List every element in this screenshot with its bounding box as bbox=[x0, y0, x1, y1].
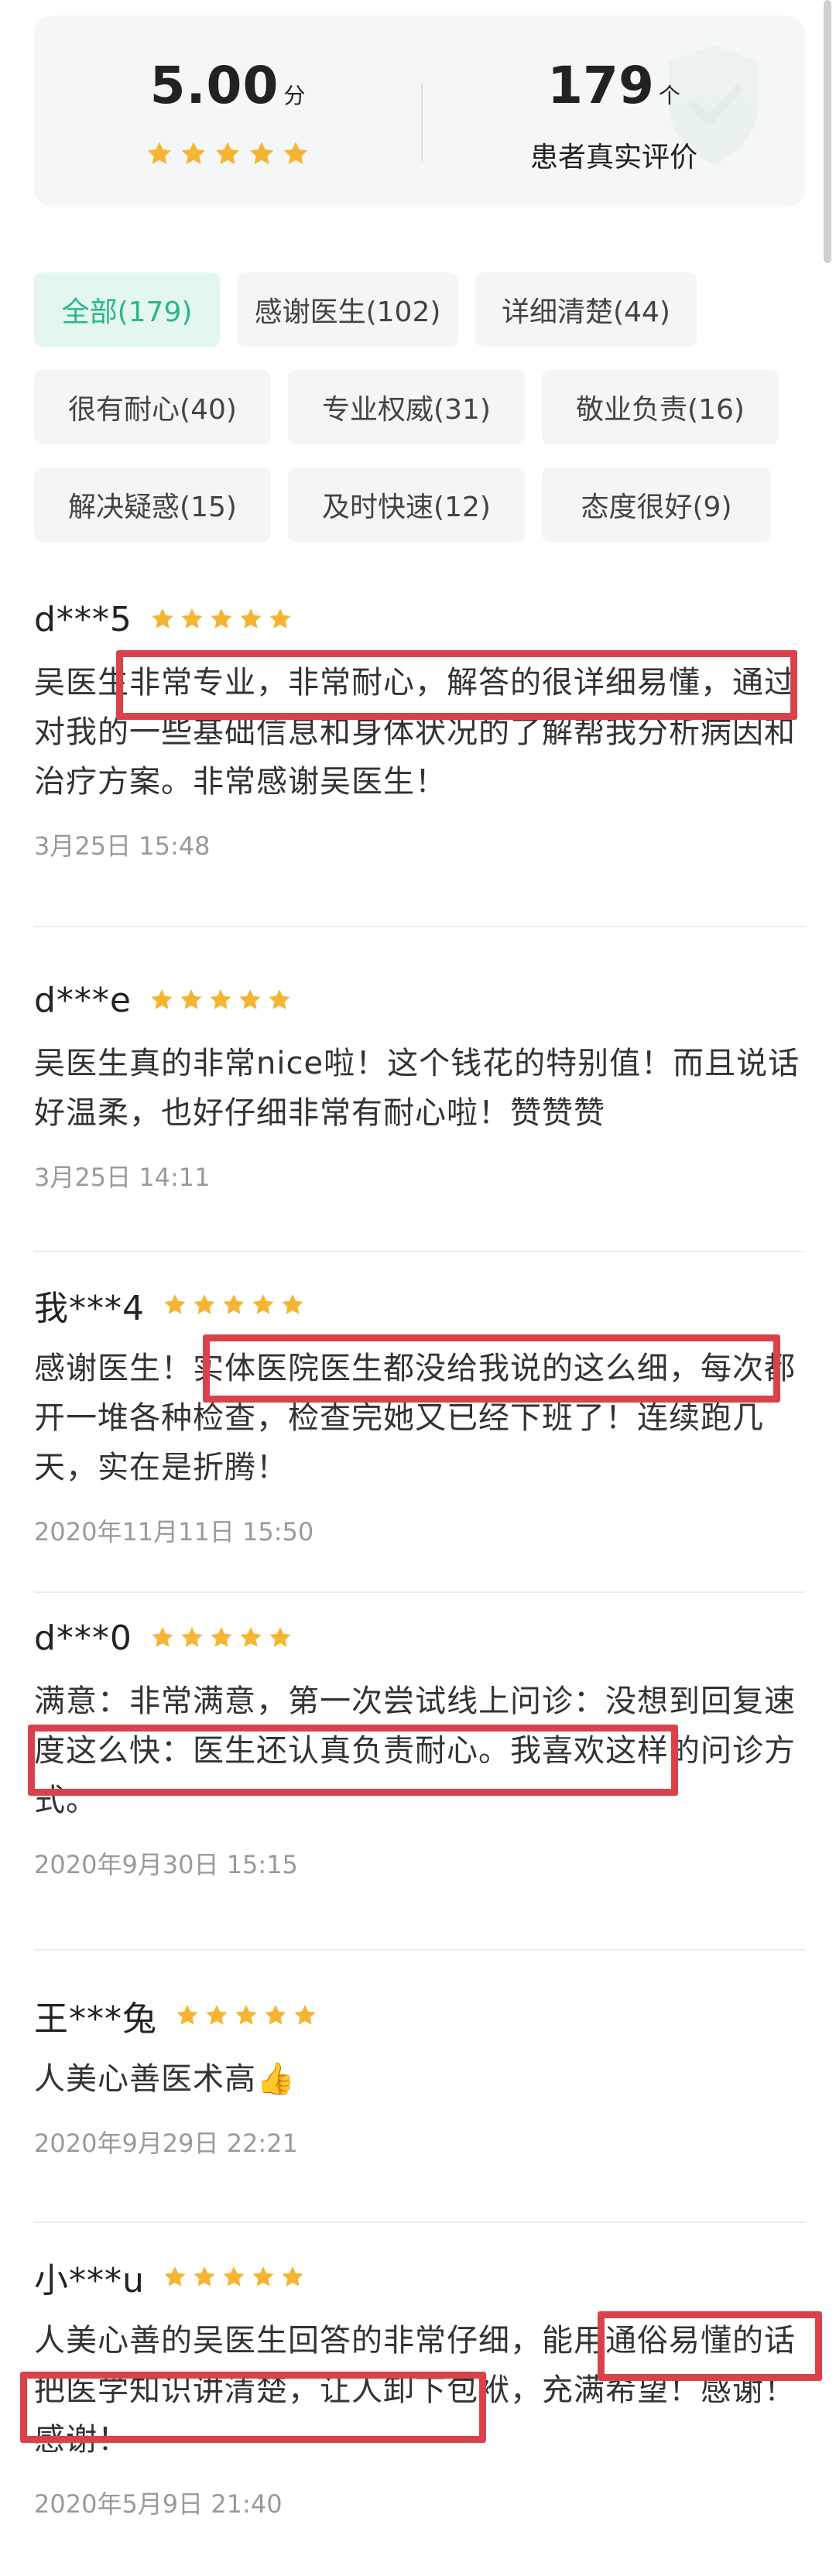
star-icon bbox=[221, 2264, 247, 2290]
review-item: d***e 吴医生真的非常nice啦！这个钱花的特别值！而且说话好温柔，也好仔细… bbox=[34, 977, 805, 1194]
tag-filter[interactable]: 详细清楚(44) bbox=[475, 272, 697, 347]
review-item: 小***u 人美心善的吴医生回答的非常仔细，能用通俗易懂的话把医学知识讲清楚，让… bbox=[34, 2254, 805, 2520]
review-text: 感谢医生！实体医院医生都没给我说的这么细，每次都开一堆各种检查，检查完她又已经下… bbox=[34, 1351, 796, 1485]
review-username: 小***u bbox=[34, 2261, 145, 2300]
summary-rating-stars bbox=[34, 139, 421, 169]
count-label: 患者真实评价 bbox=[529, 142, 697, 173]
tag-filter[interactable]: 感谢医生(102) bbox=[237, 272, 458, 347]
scrollbar[interactable] bbox=[824, 0, 831, 263]
star-icon bbox=[279, 2264, 306, 2290]
review-text: 满意：非常满意，第一次尝试线上问诊：没想到回复速度这么快：医生还认真负责耐心。我… bbox=[34, 1684, 796, 1818]
star-icon bbox=[145, 139, 174, 169]
star-icon bbox=[178, 987, 204, 1013]
star-icon bbox=[149, 987, 175, 1013]
review-item: 我***4 感谢医生！实体医院医生都没给我说的这么细，每次都开一堆各种检查，检查… bbox=[34, 1282, 805, 1548]
tag-filter[interactable]: 很有耐心(40) bbox=[34, 370, 271, 444]
star-icon bbox=[213, 139, 242, 169]
star-icon bbox=[292, 2002, 318, 2029]
star-icon bbox=[162, 2264, 188, 2290]
review-divider bbox=[34, 2221, 805, 2223]
star-icon bbox=[179, 139, 208, 169]
review-time: 3月25日 14:11 bbox=[34, 1163, 211, 1192]
review-time: 2020年11月11日 15:50 bbox=[34, 1517, 314, 1547]
review-text: 吴医生真的非常nice啦！这个钱花的特别值！而且说话好温柔，也好仔细非常有耐心啦… bbox=[34, 1046, 800, 1131]
star-icon bbox=[281, 139, 310, 169]
review-text: 人美心善医术高👍 bbox=[34, 2061, 296, 2097]
star-icon bbox=[250, 2264, 276, 2290]
review-rating-stars bbox=[162, 2264, 306, 2290]
overall-score: 5.00 bbox=[149, 56, 279, 115]
score-line: 5.00 分 bbox=[34, 56, 421, 115]
star-icon bbox=[238, 606, 264, 632]
review-header: d***5 bbox=[34, 596, 805, 642]
review-count: 179 bbox=[547, 56, 654, 115]
count-line: 179 个 bbox=[423, 56, 805, 115]
tag-filter[interactable]: 及时快速(12) bbox=[288, 468, 525, 542]
review-rating-stars bbox=[149, 987, 293, 1013]
star-icon bbox=[191, 1292, 218, 1318]
review-header: 王***兔 bbox=[34, 1992, 805, 2039]
star-icon bbox=[267, 1625, 293, 1651]
review-username: d***5 bbox=[34, 599, 132, 639]
review-text: 人美心善的吴医生回答的非常仔细，能用通俗易懂的话把医学知识讲清楚，让人卸下包袱，… bbox=[34, 2323, 796, 2458]
count-unit: 个 bbox=[658, 83, 680, 108]
star-icon bbox=[250, 1292, 276, 1318]
review-rating-stars bbox=[174, 2002, 318, 2029]
star-icon bbox=[149, 1625, 176, 1651]
star-icon bbox=[179, 606, 205, 632]
review-rating-stars bbox=[162, 1292, 306, 1318]
review-username: d***e bbox=[34, 980, 132, 1020]
star-icon bbox=[266, 987, 293, 1013]
star-icon bbox=[247, 139, 276, 169]
review-header: 小***u bbox=[34, 2254, 805, 2300]
review-username: d***0 bbox=[34, 1618, 132, 1658]
review-divider bbox=[34, 1591, 805, 1593]
star-icon bbox=[262, 2002, 289, 2029]
star-icon bbox=[208, 1625, 235, 1651]
review-item: d***5 吴医生非常专业，非常耐心，解答的很详细易懂，通过对我的一些基础信息和… bbox=[34, 596, 805, 862]
review-username: 我***4 bbox=[34, 1289, 145, 1328]
star-icon bbox=[279, 1292, 306, 1318]
review-header: d***e bbox=[34, 977, 805, 1023]
review-time: 2020年9月29日 22:21 bbox=[34, 2129, 298, 2158]
star-icon bbox=[233, 2002, 259, 2029]
review-divider bbox=[34, 1949, 805, 1951]
review-divider bbox=[34, 926, 805, 927]
star-icon bbox=[238, 1625, 264, 1651]
review-item: d***0 满意：非常满意，第一次尝试线上问诊：没想到回复速度这么快：医生还认真… bbox=[34, 1615, 805, 1881]
star-icon bbox=[174, 2002, 200, 2029]
count-block: 179 个 患者真实评价 bbox=[423, 15, 805, 207]
review-time: 2020年9月30日 15:15 bbox=[34, 1850, 298, 1879]
star-icon bbox=[237, 987, 263, 1013]
review-divider bbox=[34, 1251, 805, 1252]
tag-filter[interactable]: 全部(179) bbox=[34, 272, 220, 347]
review-rating-stars bbox=[149, 1625, 293, 1651]
star-icon bbox=[221, 1292, 247, 1318]
star-icon bbox=[179, 1625, 205, 1651]
star-icon bbox=[204, 2002, 230, 2029]
review-header: 我***4 bbox=[34, 1282, 805, 1328]
star-icon bbox=[162, 1292, 188, 1318]
tag-filter[interactable]: 态度很好(9) bbox=[542, 468, 771, 542]
review-item: 王***兔 人美心善医术高👍 2020年9月29日 22:21 bbox=[34, 1992, 805, 2160]
review-text: 吴医生非常专业，非常耐心，解答的很详细易懂，通过对我的一些基础信息和身体状况的了… bbox=[34, 665, 796, 800]
star-icon bbox=[149, 606, 176, 632]
review-rating-stars bbox=[149, 606, 293, 632]
score-unit: 分 bbox=[283, 83, 306, 108]
review-time: 3月25日 15:48 bbox=[34, 831, 211, 861]
star-icon bbox=[208, 606, 235, 632]
star-icon bbox=[267, 606, 293, 632]
score-block: 5.00 分 bbox=[34, 15, 421, 207]
review-username: 王***兔 bbox=[34, 1999, 157, 2039]
tag-filter[interactable]: 解决疑惑(15) bbox=[34, 468, 271, 542]
tag-filter[interactable]: 专业权威(31) bbox=[288, 370, 525, 444]
tag-filter[interactable]: 敬业负责(16) bbox=[542, 370, 779, 444]
star-icon bbox=[207, 987, 234, 1013]
star-icon bbox=[191, 2264, 218, 2290]
review-time: 2020年5月9日 21:40 bbox=[34, 2489, 283, 2519]
review-header: d***0 bbox=[34, 1615, 805, 1661]
rating-summary-card: 5.00 分 179 个 患者真实评价 bbox=[34, 15, 805, 207]
